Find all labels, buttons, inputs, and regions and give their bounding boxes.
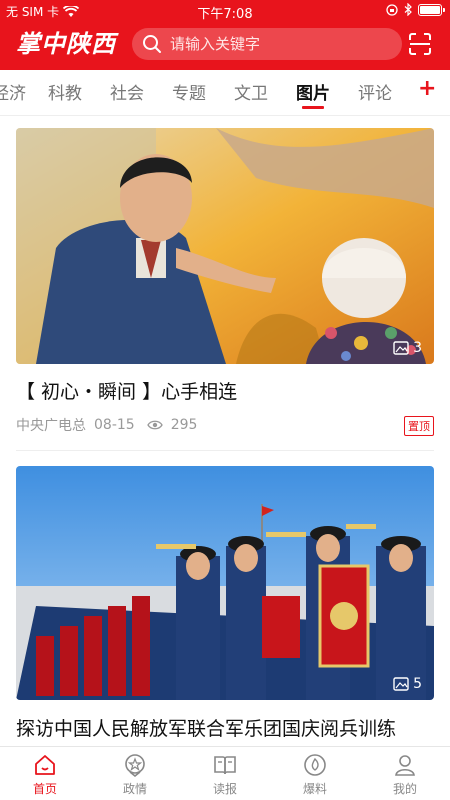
- pinned-badge: 置顶: [404, 416, 434, 436]
- article-divider: [16, 450, 434, 451]
- user-icon: [395, 755, 415, 776]
- add-channel-button[interactable]: +: [418, 76, 436, 101]
- tab-society[interactable]: 社会: [110, 79, 144, 104]
- book-icon: [214, 756, 236, 775]
- nav-profile-label: 我的: [392, 782, 417, 796]
- article-1-image[interactable]: 3: [16, 128, 434, 364]
- article-1-photo: [16, 128, 434, 364]
- article-1-views: 295: [170, 417, 198, 433]
- battery-fill: [420, 5, 440, 14]
- nav-home-label: 首页: [32, 782, 57, 796]
- tab-economy[interactable]: 经济: [0, 79, 26, 104]
- home-icon: [35, 755, 55, 775]
- active-tab-indicator: [302, 106, 324, 109]
- nav-politics[interactable]: 政情: [95, 753, 175, 797]
- tab-commentary[interactable]: 评论: [358, 79, 392, 104]
- rotation-lock-icon: [386, 3, 398, 16]
- tab-culture-health[interactable]: 文卫: [234, 79, 268, 104]
- gallery-icon: [393, 677, 409, 691]
- views-eye-icon: [146, 420, 163, 430]
- bluetooth-icon: [404, 3, 412, 16]
- search-input[interactable]: [170, 35, 390, 53]
- article-1-title[interactable]: 【 初心・瞬间 】心手相连: [16, 377, 237, 404]
- gallery-icon: [393, 341, 409, 355]
- article-1-meta: 中央广电总 08-15 295: [16, 415, 197, 435]
- article-2-title[interactable]: 探访中国人民解放军联合军乐团国庆阅兵训练: [16, 714, 396, 741]
- nav-tipoff[interactable]: 爆料: [275, 753, 355, 797]
- article-1-date: 08-15: [94, 417, 135, 433]
- search-icon: [143, 35, 161, 53]
- category-tabs: 经济 科教 社会 专题 文卫 图片 评论 +: [0, 70, 450, 116]
- nav-newspaper[interactable]: 读报: [185, 753, 265, 797]
- tab-pictures[interactable]: 图片: [296, 79, 330, 104]
- nav-home[interactable]: 首页: [5, 753, 85, 797]
- image-count-badge: 5: [393, 676, 422, 692]
- battery-icon: [418, 3, 445, 16]
- star-badge-icon: [125, 754, 145, 777]
- app-logo: 掌中陕西: [16, 29, 116, 58]
- app-header: 无 SIM 卡 下午7:08 掌中陕西: [0, 0, 450, 70]
- status-bar: 无 SIM 卡 下午7:08: [0, 0, 450, 22]
- image-count-badge: 3: [393, 340, 422, 356]
- nav-tipoff-label: 爆料: [302, 782, 327, 796]
- flame-icon: [304, 754, 326, 776]
- nav-politics-label: 政情: [122, 782, 147, 796]
- tab-special-topic[interactable]: 专题: [172, 79, 206, 104]
- image-count: 5: [413, 676, 422, 692]
- article-2-image[interactable]: 5: [16, 466, 434, 700]
- article-1-source: 中央广电总: [16, 418, 86, 434]
- nav-profile[interactable]: 我的: [365, 753, 445, 797]
- scan-icon[interactable]: [408, 32, 432, 56]
- status-time: 下午7:08: [197, 7, 253, 22]
- article-2-photo: [16, 466, 434, 700]
- status-right: [386, 3, 445, 16]
- nav-newspaper-label: 读报: [212, 782, 237, 796]
- image-count: 3: [413, 340, 422, 356]
- bottom-navigation: 首页 政情 读报 爆料 我的: [0, 746, 450, 800]
- tab-science-education[interactable]: 科教: [48, 79, 82, 104]
- search-bar[interactable]: [132, 28, 402, 60]
